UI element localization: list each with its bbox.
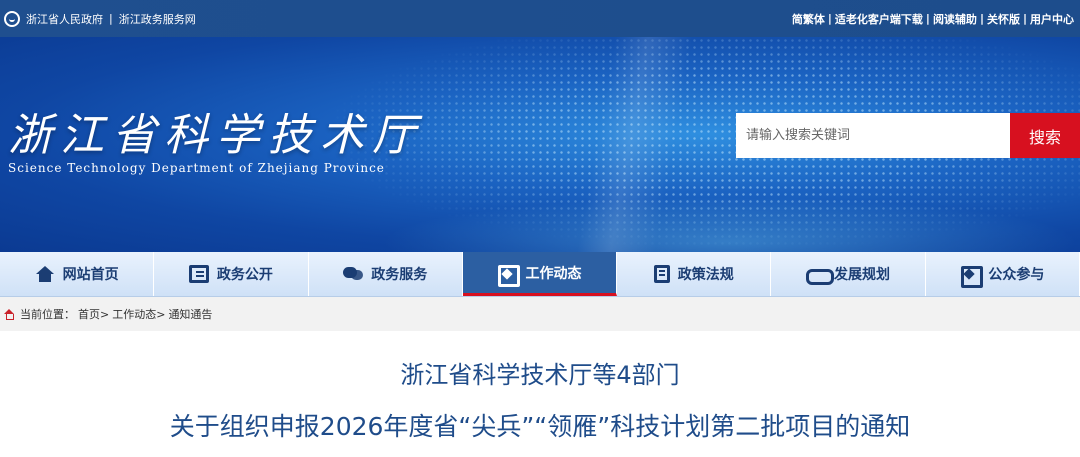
public-icon — [960, 265, 984, 288]
article-title-line-1: 浙江省科学技术厅等4部门 — [400, 361, 680, 389]
home-icon — [35, 265, 55, 283]
handshake-icon — [806, 265, 835, 285]
gov-open-icon — [188, 265, 209, 283]
breadcrumb-link-notices[interactable]: 通知通告 — [168, 308, 212, 321]
nav-item-label: 网站首页 — [62, 267, 119, 283]
breadcrumb-link-home[interactable]: 首页> — [78, 308, 109, 321]
nav-item-label: 政策法规 — [677, 267, 734, 283]
top-bar-left: 浙江省人民政府 | 浙江政务服务网 — [4, 10, 196, 27]
site-title[interactable]: 浙江省科学技术厅 — [8, 99, 424, 163]
link-zhejiang-gov-service[interactable]: 浙江政务服务网 — [119, 11, 196, 27]
breadcrumb-work-news: 工作动态> — [112, 306, 165, 322]
nav-item-gov-open[interactable]: 政务公开 — [154, 252, 309, 296]
search-input[interactable] — [736, 113, 1010, 158]
work-icon — [497, 264, 521, 287]
nav-item-label: 政务服务 — [371, 267, 428, 283]
divider: | — [827, 12, 832, 25]
link-elderly-app-download[interactable]: 适老化客户端下载 — [835, 11, 923, 27]
main-nav: 网站首页 政务公开 政务服务 工作动态 政策法规 发展规划 公众参与 — [0, 252, 1080, 297]
nav-item-label: 发展规划 — [834, 267, 891, 283]
breadcrumb-home: 首页> — [78, 306, 109, 322]
divider: | — [925, 12, 930, 25]
breadcrumb: 当前位置： 首页> 工作动态> 通知通告 — [0, 297, 1080, 331]
nav-item-work-news[interactable]: 工作动态 — [462, 252, 618, 296]
nav-item-public-participation[interactable]: 公众参与 — [926, 252, 1080, 296]
home-icon — [4, 308, 15, 320]
nav-item-label: 政务公开 — [216, 267, 273, 283]
divider: | — [1022, 12, 1027, 25]
breadcrumb-notices: 通知通告 — [168, 306, 212, 322]
top-bar-right: 简繁体 | 适老化客户端下载 | 阅读辅助 | 关怀版 | 用户中心 — [792, 11, 1074, 27]
nav-item-gov-service[interactable]: 政务服务 — [309, 252, 463, 296]
breadcrumb-prefix: 当前位置： — [20, 308, 75, 321]
article-header: 浙江省科学技术厅等4部门 关于组织申报2026年度省“尖兵”“领雁”科技计划第二… — [0, 331, 1080, 445]
nav-item-policy[interactable]: 政策法规 — [617, 252, 772, 296]
link-simplified-traditional[interactable]: 简繁体 — [792, 11, 825, 27]
top-bar: 浙江省人民政府 | 浙江政务服务网 简繁体 | 适老化客户端下载 | 阅读辅助 … — [0, 0, 1080, 37]
link-user-center[interactable]: 用户中心 — [1030, 11, 1074, 27]
link-care-version[interactable]: 关怀版 — [987, 11, 1020, 27]
search-button[interactable]: 搜索 — [1010, 113, 1080, 158]
divider: | — [979, 12, 984, 25]
site-banner: 浙江省科学技术厅 Science Technology Department o… — [0, 37, 1080, 252]
breadcrumb-link-work-news[interactable]: 工作动态> — [112, 308, 165, 321]
nav-item-label: 公众参与 — [988, 267, 1045, 283]
divider: | — [109, 12, 113, 25]
site-subtitle: Science Technology Department of Zhejian… — [8, 161, 385, 175]
link-reading-assist[interactable]: 阅读辅助 — [933, 11, 977, 27]
government-logo-icon — [4, 10, 20, 27]
policy-icon — [653, 265, 670, 283]
link-zhejiang-government[interactable]: 浙江省人民政府 — [26, 11, 103, 27]
nav-item-development-plan[interactable]: 发展规划 — [771, 252, 926, 296]
chat-icon — [343, 265, 364, 283]
article-title-line-2: 关于组织申报2026年度省“尖兵”“领雁”科技计划第二批项目的通知 — [169, 412, 911, 441]
search-box: 搜索 — [736, 113, 1080, 158]
nav-item-home[interactable]: 网站首页 — [0, 252, 155, 296]
nav-item-label: 工作动态 — [525, 265, 582, 282]
